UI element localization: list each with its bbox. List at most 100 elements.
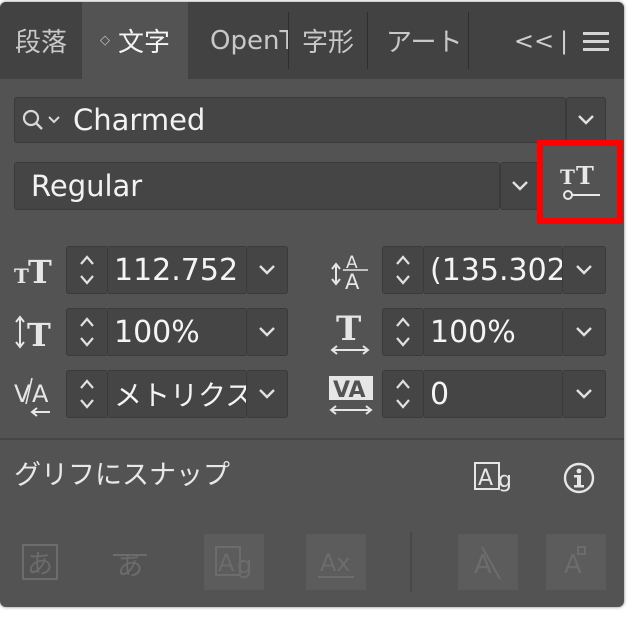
- horizontal-scale-icon: T: [326, 306, 376, 358]
- kerning-icon: V A: [10, 370, 60, 420]
- horizontal-scale-input[interactable]: 100%: [424, 308, 562, 356]
- vertical-scale-icon: T: [10, 308, 60, 356]
- tab-glyphs-label: 字形: [301, 28, 354, 58]
- svg-text:g: g: [237, 551, 252, 579]
- stepper-icon: [396, 379, 410, 409]
- stepper-icon: [80, 255, 94, 285]
- tab-opentype[interactable]: OpenT: [196, 2, 288, 79]
- horizontal-scale-stepper[interactable]: [382, 308, 424, 356]
- svg-text:A: A: [478, 466, 493, 491]
- tab-menu-divider: |: [556, 2, 572, 79]
- character-panel: 段落 ◇ 文字 OpenT 字形 アート << | Charmed Regular…: [0, 2, 624, 607]
- tab-divider: [468, 12, 469, 69]
- snap-anchor-button[interactable]: A: [546, 534, 606, 590]
- glyph-snap-icon[interactable]: A g: [470, 456, 520, 500]
- font-style-dropdown[interactable]: [500, 162, 540, 210]
- leading-stepper[interactable]: [382, 246, 424, 294]
- highlight-box: [537, 140, 623, 224]
- svg-text:Ax: Ax: [320, 549, 351, 577]
- svg-text:A: A: [32, 380, 49, 408]
- em-box-center-icon: あ: [113, 552, 147, 582]
- tab-character-label: 文字: [117, 28, 170, 58]
- chevron-down-icon: [576, 265, 592, 275]
- svg-text:あ: あ: [27, 550, 53, 580]
- svg-text:T: T: [336, 309, 361, 349]
- vertical-scale-stepper[interactable]: [66, 308, 108, 356]
- kerning-stepper[interactable]: [66, 370, 108, 418]
- snap-glyph-bounds-button[interactable]: A g: [204, 534, 264, 590]
- snap-em-box-button[interactable]: あ: [104, 536, 156, 588]
- collapse-icon-glyph: <<: [513, 26, 555, 55]
- vertical-scale-input[interactable]: 100%: [108, 308, 246, 356]
- font-size-stepper[interactable]: [66, 246, 108, 294]
- font-family-value: Charmed: [73, 103, 206, 137]
- horizontal-scale-dropdown[interactable]: [562, 308, 606, 356]
- leading-value: (135.302: [430, 252, 562, 288]
- font-style-field[interactable]: Regular: [14, 162, 500, 210]
- tab-paragraph[interactable]: 段落: [0, 2, 82, 79]
- snap-angular-guides-button[interactable]: A: [458, 534, 518, 590]
- font-size-icon: TT: [10, 248, 60, 294]
- tab-glyphs[interactable]: 字形: [289, 2, 367, 79]
- tab-character[interactable]: ◇ 文字: [82, 2, 188, 79]
- kerning-value: メトリクス: [114, 379, 246, 412]
- chevron-down-icon: [259, 327, 275, 337]
- bottom-divider: [410, 532, 412, 592]
- chevron-down-icon: [576, 327, 592, 337]
- tracking-input[interactable]: 0: [424, 370, 562, 418]
- font-style-value: Regular: [31, 169, 143, 203]
- proximity-guides-icon: Ax: [318, 549, 354, 578]
- svg-text:T: T: [28, 253, 52, 291]
- tracking-dropdown[interactable]: [562, 370, 606, 418]
- svg-text:A: A: [345, 270, 360, 293]
- tracking-icon: VA: [326, 368, 376, 420]
- svg-text:T: T: [27, 316, 51, 354]
- leading-input[interactable]: (135.302: [424, 246, 562, 294]
- anchor-point-icon: A: [564, 546, 586, 580]
- vertical-scale-dropdown[interactable]: [246, 308, 288, 356]
- info-icon[interactable]: [556, 456, 602, 500]
- em-box-baseline-icon: あ: [22, 544, 58, 580]
- font-size-dropdown[interactable]: [246, 246, 288, 294]
- svg-text:VA: VA: [333, 378, 366, 403]
- collapse-icon[interactable]: <<: [514, 2, 554, 79]
- chevron-down-icon: [259, 265, 275, 275]
- tab-paragraph-label: 段落: [14, 28, 67, 58]
- snap-to-glyph-label: グリフにスナップ: [14, 460, 230, 491]
- tab-updown-icon: ◇: [99, 32, 110, 48]
- horizontal-scale-value: 100%: [430, 314, 516, 350]
- chevron-down-icon: [512, 181, 528, 191]
- section-divider: [0, 438, 624, 440]
- stepper-icon: [396, 317, 410, 347]
- svg-text:T: T: [14, 264, 29, 288]
- stepper-icon: [396, 255, 410, 285]
- snap-proximity-button[interactable]: Ax: [306, 534, 366, 590]
- font-family-dropdown[interactable]: [566, 97, 606, 143]
- tab-artboard[interactable]: アート: [368, 2, 468, 79]
- leading-icon: A A: [326, 244, 376, 296]
- glyph-bounds-icon: A g: [215, 546, 252, 579]
- chevron-down-icon: [578, 115, 594, 125]
- tab-opentype-label: OpenT: [210, 25, 288, 56]
- kerning-input[interactable]: メトリクス: [108, 370, 246, 418]
- stepper-icon: [80, 379, 94, 409]
- angular-guides-icon: A: [474, 546, 501, 580]
- search-icon[interactable]: [21, 108, 63, 132]
- tracking-value: 0: [430, 376, 450, 412]
- tab-artboard-label: アート: [386, 28, 463, 58]
- menu-divider-glyph: |: [559, 26, 569, 55]
- chevron-down-icon: [576, 389, 592, 399]
- vertical-scale-value: 100%: [114, 314, 200, 350]
- font-size-value: 112.752: [114, 252, 239, 288]
- chevron-down-icon: [259, 389, 275, 399]
- leading-dropdown[interactable]: [562, 246, 606, 294]
- tracking-stepper[interactable]: [382, 370, 424, 418]
- svg-text:A: A: [218, 549, 235, 577]
- font-family-field[interactable]: Charmed: [14, 97, 566, 143]
- snap-baseline-button[interactable]: あ: [14, 536, 66, 588]
- svg-text:g: g: [498, 468, 512, 493]
- font-size-input[interactable]: 112.752: [108, 246, 246, 294]
- hamburger-icon[interactable]: [578, 2, 614, 79]
- stepper-icon: [80, 317, 94, 347]
- kerning-dropdown[interactable]: [246, 370, 288, 418]
